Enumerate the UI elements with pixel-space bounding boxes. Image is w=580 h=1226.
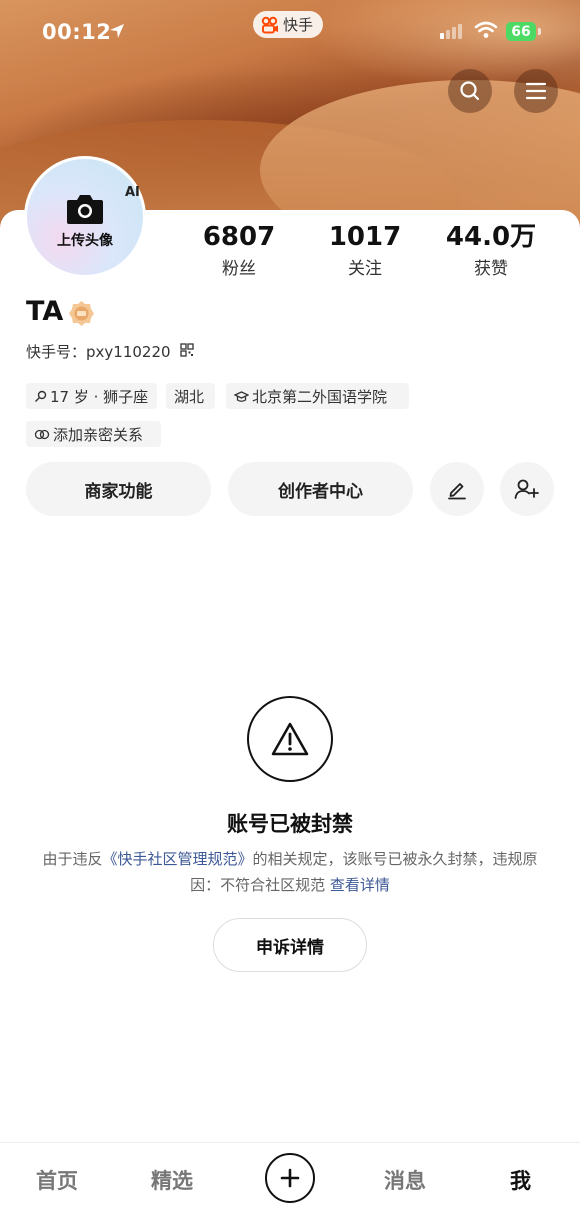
create-post-button[interactable] bbox=[265, 1153, 315, 1203]
appeal-label: 申诉详情 bbox=[256, 937, 324, 958]
tag-region: 湖北 bbox=[166, 383, 215, 409]
menu-button[interactable] bbox=[514, 69, 558, 113]
app-name: 快手 bbox=[283, 16, 314, 34]
app-indicator[interactable]: 快手 bbox=[253, 11, 324, 38]
tab-messages[interactable]: 消息 bbox=[384, 1165, 426, 1195]
likes-count: 44.0万 bbox=[445, 222, 537, 252]
avatar-upload[interactable]: AI 上传头像 bbox=[24, 156, 146, 278]
kuaishou-logo-icon bbox=[261, 16, 278, 33]
warning-circle bbox=[247, 696, 333, 782]
stat-likes[interactable]: 44.0万 获赞 bbox=[444, 222, 538, 279]
likes-label: 获赞 bbox=[474, 259, 508, 279]
fans-count: 6807 bbox=[202, 222, 276, 252]
link-hearts-icon bbox=[34, 429, 50, 439]
camera-icon bbox=[67, 195, 103, 224]
search-icon bbox=[460, 81, 480, 101]
add-user-icon bbox=[514, 479, 539, 499]
fans-label: 粉丝 bbox=[222, 259, 256, 279]
view-details-link[interactable]: 查看详情 bbox=[330, 876, 390, 894]
tag-age-zodiac: 17 岁 · 狮子座 bbox=[26, 383, 157, 409]
region-text: 湖北 bbox=[174, 387, 205, 406]
ban-description: 由于违反《快手社区管理规范》的相关规定，该账号已被永久封禁，违规原因：不符合社区… bbox=[40, 846, 540, 898]
following-count: 1017 bbox=[328, 222, 402, 252]
location-arrow-icon bbox=[108, 22, 126, 44]
bottom-tab-bar: 首页 精选 消息 我 bbox=[0, 1142, 580, 1226]
stat-fans[interactable]: 6807 粉丝 bbox=[196, 222, 282, 279]
creator-center-button[interactable]: 创作者中心 bbox=[228, 462, 413, 516]
appeal-details-button[interactable]: 申诉详情 bbox=[213, 918, 367, 972]
cellular-signal-icon bbox=[440, 24, 462, 39]
add-close-relationship[interactable]: 添加亲密关系 bbox=[26, 421, 161, 447]
edit-pencil-icon bbox=[448, 483, 466, 500]
add-friend-button[interactable] bbox=[500, 462, 554, 516]
community-rules-link[interactable]: 《快手社区管理规范》 bbox=[102, 850, 252, 868]
age-zodiac-text: 17 岁 · 狮子座 bbox=[50, 387, 149, 406]
relationship-text: 添加亲密关系 bbox=[53, 425, 144, 444]
ban-desc-part1: 由于违反 bbox=[42, 850, 103, 868]
plus-icon bbox=[280, 1168, 300, 1188]
ai-label: AI bbox=[125, 185, 140, 200]
menu-icon bbox=[525, 82, 547, 100]
battery-indicator: 66 bbox=[506, 22, 536, 41]
level-badge-icon[interactable] bbox=[68, 300, 95, 327]
ban-title: 账号已被封禁 bbox=[227, 812, 353, 836]
tag-school[interactable]: 北京第二外国语学院 bbox=[226, 383, 409, 409]
battery-tip bbox=[538, 28, 541, 35]
tab-home[interactable]: 首页 bbox=[36, 1165, 78, 1195]
gender-icon bbox=[35, 390, 47, 402]
wifi-icon bbox=[474, 21, 498, 43]
upload-avatar-label: 上传头像 bbox=[57, 233, 113, 249]
school-text: 北京第二外国语学院 bbox=[252, 387, 388, 406]
kuaishou-id[interactable]: 快手号：pxy110220 bbox=[26, 341, 171, 362]
warning-triangle-icon bbox=[271, 722, 309, 756]
battery-level: 66 bbox=[511, 23, 531, 40]
edit-profile-button[interactable] bbox=[430, 462, 484, 516]
creator-label: 创作者中心 bbox=[278, 481, 363, 502]
profile-name: TA bbox=[26, 296, 64, 327]
status-bar: 00:12 快手 66 bbox=[0, 0, 580, 64]
merchant-label: 商家功能 bbox=[84, 481, 153, 502]
qr-code-icon[interactable] bbox=[180, 343, 194, 357]
merchant-features-button[interactable]: 商家功能 bbox=[26, 462, 211, 516]
search-button[interactable] bbox=[448, 69, 492, 113]
following-label: 关注 bbox=[348, 259, 382, 279]
graduation-cap-icon bbox=[234, 390, 249, 402]
tab-featured[interactable]: 精选 bbox=[151, 1165, 193, 1195]
stat-following[interactable]: 1017 关注 bbox=[325, 222, 405, 279]
tab-me[interactable]: 我 bbox=[510, 1165, 531, 1195]
status-time: 00:12 bbox=[42, 20, 112, 44]
